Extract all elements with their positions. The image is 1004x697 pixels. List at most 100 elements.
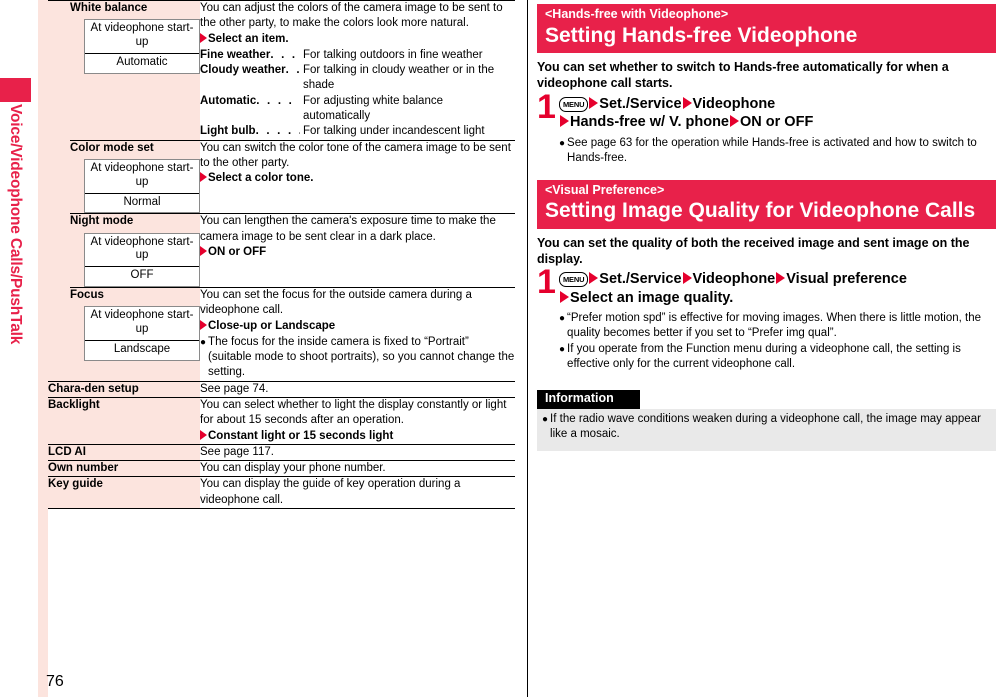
row-description-cell: You can adjust the colors of the camera … bbox=[200, 0, 515, 141]
row-description-cell: You can display the guide of key operati… bbox=[200, 476, 515, 509]
row-indent-cell bbox=[48, 287, 70, 382]
row-description-cell: See page 74. bbox=[200, 380, 515, 398]
description-text: You can adjust the colors of the camera … bbox=[200, 2, 503, 30]
step-item: Hands-free w/ V. phone bbox=[570, 114, 729, 131]
step-item: Select an image quality. bbox=[570, 289, 734, 306]
row-name-cell: Color mode set At videophone start-up Norm… bbox=[70, 139, 200, 214]
column-divider bbox=[527, 0, 528, 697]
operation-text: Close-up or Landscape bbox=[208, 319, 336, 332]
setting-name: Night mode bbox=[70, 215, 134, 228]
row-indent-cell bbox=[48, 213, 70, 288]
default-box-value: Landscape bbox=[113, 343, 171, 356]
row-description-cell: You can select whether to light the disp… bbox=[200, 397, 515, 445]
section-hands-free-videophone: <Hands-free with Videophone> Setting Han… bbox=[537, 4, 996, 166]
step-item: Visual preference bbox=[786, 271, 907, 288]
bullet-icon: ● bbox=[559, 344, 566, 356]
bullet-icon: ● bbox=[542, 413, 549, 425]
operation-text: Select an item. bbox=[208, 32, 289, 45]
definition-row: Light bulb. . . . . . . .For talking und… bbox=[200, 124, 515, 139]
section-header-banner: <Visual Preference> Setting Image Qualit… bbox=[537, 179, 996, 229]
default-box-value: OFF bbox=[130, 269, 154, 282]
row-name-cell: LCD AI bbox=[48, 443, 200, 461]
definition-description: For talking in cloudy weather or in the s… bbox=[303, 63, 515, 94]
row-description-cell: See page 117. bbox=[200, 443, 515, 461]
description-text: See page 117. bbox=[200, 445, 274, 458]
note-item: ● The focus for the inside camera is fixe… bbox=[200, 335, 515, 381]
dot-leader: . . . . . . . . bbox=[256, 94, 300, 107]
definition-row: Fine weather. . . . .For talking outdoor… bbox=[200, 48, 515, 63]
operation-text: ON or OFF bbox=[208, 245, 267, 258]
default-box-value: Normal bbox=[123, 195, 161, 208]
arrow-icon bbox=[560, 115, 569, 128]
definition-description-cont: automatically bbox=[303, 109, 371, 122]
arrow-icon bbox=[200, 319, 207, 330]
information-box: Information ● If the radio wave conditio… bbox=[537, 389, 996, 451]
setting-name: Chara-den setup bbox=[48, 382, 139, 395]
note-text: “Prefer motion spd” is effective for mov… bbox=[567, 312, 982, 340]
section-notes: ● See page 63 for the operation while Ha… bbox=[559, 136, 996, 166]
row-name-cell: White balance At videophone start-up Autom… bbox=[70, 0, 200, 141]
default-value-box: At videophone start-up Normal bbox=[84, 158, 200, 214]
default-value-box: At videophone start-up Automatic bbox=[84, 19, 200, 74]
step-item: Set./Service bbox=[599, 271, 682, 288]
procedure-step: 1 MENU Set./Service Videophone Visual prefe… bbox=[537, 263, 996, 307]
operation-text: Select a color tone. bbox=[208, 172, 314, 185]
setting-name: Color mode set bbox=[70, 141, 154, 154]
arrow-icon bbox=[200, 245, 207, 256]
setting-name: Focus bbox=[70, 289, 104, 302]
note-item: ● If the radio wave conditions weaken du… bbox=[542, 412, 990, 442]
table-row: Color mode set At videophone start-up Norm… bbox=[48, 139, 515, 214]
settings-table-container: White balance At videophone start-up Autom… bbox=[48, 0, 515, 509]
section-title: Setting Hands-free Videophone bbox=[545, 23, 858, 47]
operation-text: Constant light or 15 seconds light bbox=[208, 429, 394, 442]
definition-term: Automatic bbox=[200, 94, 257, 107]
note-text: If the radio wave conditions weaken duri… bbox=[550, 412, 981, 440]
definition-list: Fine weather. . . . .For talking outdoor… bbox=[200, 48, 515, 140]
description-text: You can select whether to light the disp… bbox=[200, 399, 507, 427]
bullet-icon: ● bbox=[559, 137, 566, 149]
description-text: You can display the guide of key operati… bbox=[200, 478, 461, 506]
note-item: ● If you operate from the Function menu … bbox=[559, 342, 996, 372]
operation-line: Close-up or Landscape bbox=[200, 319, 515, 334]
procedure-step: 1 MENU Set./Service Videophone Hands-free w… bbox=[537, 90, 996, 132]
arrow-icon bbox=[200, 172, 207, 183]
step-number: 1 bbox=[537, 263, 556, 302]
table-row: White balance At videophone start-up Autom… bbox=[48, 0, 515, 141]
arrow-icon bbox=[730, 115, 739, 128]
information-heading: Information bbox=[537, 390, 640, 409]
section-visual-preference: <Visual Preference> Setting Image Qualit… bbox=[537, 179, 996, 372]
definition-term: Cloudy weather bbox=[200, 64, 286, 77]
note-item: ● “Prefer motion spd” is effective for m… bbox=[559, 311, 996, 341]
setting-name: Key guide bbox=[48, 478, 103, 491]
description-text: You can display your phone number. bbox=[200, 462, 386, 475]
table-row: Chara-den setup See page 74. bbox=[48, 380, 515, 398]
table-row: Key guide You can display the guide of ke… bbox=[48, 476, 515, 509]
operation-line: Select an item. bbox=[200, 32, 515, 47]
definition-description-cont: shade bbox=[303, 79, 335, 92]
definition-term: Light bulb bbox=[200, 125, 256, 138]
description-text: You can switch the color tone of the cam… bbox=[200, 141, 511, 169]
description-text: You can lengthen the camera's exposure t… bbox=[200, 215, 496, 243]
note-item: ● See page 63 for the operation while Ha… bbox=[559, 136, 996, 166]
definition-description: For adjusting white balance automatically bbox=[303, 94, 515, 125]
sidebar-tint-strip bbox=[38, 0, 48, 697]
sidebar-chapter-tab: Voice/Videophone Calls/PushTalk bbox=[0, 0, 38, 697]
default-value-box: At videophone start-up Landscape bbox=[84, 306, 200, 361]
chapter-tab-marker bbox=[0, 78, 31, 102]
note-text: The focus for the inside camera is fixed… bbox=[208, 335, 515, 379]
menu-key-icon: MENU bbox=[559, 96, 589, 112]
section-notes: ● “Prefer motion spd” is effective for m… bbox=[559, 311, 996, 372]
table-row: LCD AI See page 117. bbox=[48, 443, 515, 461]
note-text: See page 63 for the operation while Hand… bbox=[567, 136, 977, 164]
row-indent-cell bbox=[48, 140, 70, 214]
description-text: You can set the focus for the outside ca… bbox=[200, 289, 472, 317]
default-box-caption: At videophone start-up bbox=[85, 20, 199, 54]
row-description-cell: You can lengthen the camera's exposure t… bbox=[200, 213, 515, 288]
menu-key-icon: MENU bbox=[559, 272, 589, 288]
information-body: ● If the radio wave conditions weaken du… bbox=[537, 408, 996, 451]
section-lead-text: You can set whether to switch to Hands-f… bbox=[537, 60, 949, 91]
setting-name: Own number bbox=[48, 462, 119, 475]
row-name-cell: Night mode At videophone start-up OFF bbox=[70, 213, 200, 288]
setting-name: Backlight bbox=[48, 399, 100, 412]
definition-description: For talking under incandescent light bbox=[303, 125, 485, 138]
